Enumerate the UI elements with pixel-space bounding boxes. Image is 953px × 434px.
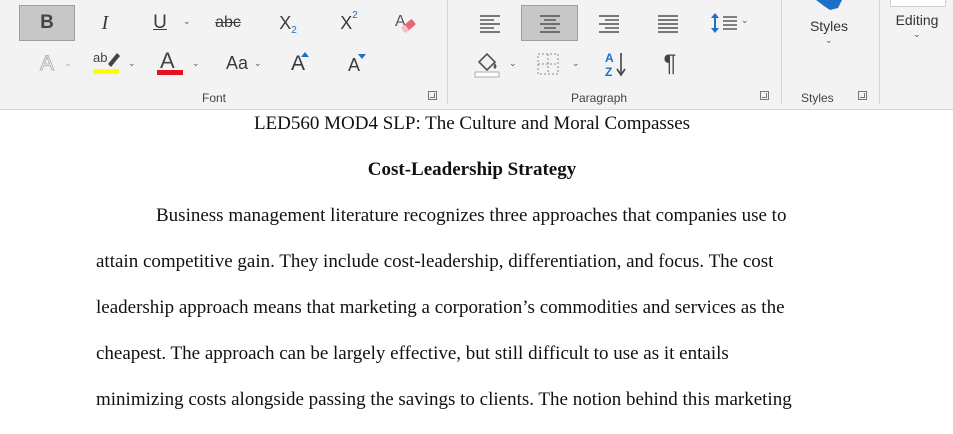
body-line-4: cheapest. The approach can be largely ef… xyxy=(96,343,729,364)
borders-button[interactable] xyxy=(533,49,563,79)
change-case-chevron-icon[interactable]: ⌄ xyxy=(254,59,262,69)
show-formatting-button[interactable]: ¶ xyxy=(654,48,686,80)
styles-chevron-icon[interactable]: ⌄ xyxy=(825,36,833,46)
text-effects-chevron-icon[interactable]: ⌄ xyxy=(64,59,72,69)
font-color-button[interactable]: A xyxy=(154,48,186,78)
italic-button[interactable]: I xyxy=(89,7,121,39)
grow-font-button[interactable]: A xyxy=(281,48,315,80)
document-page[interactable]: LED560 MOD4 SLP: The Culture and Moral C… xyxy=(0,110,953,434)
styles-gallery-icon xyxy=(816,0,842,10)
shrink-font-button[interactable]: A xyxy=(338,50,370,80)
subscript-base: X xyxy=(279,12,292,33)
document-header-line: LED560 MOD4 SLP: The Culture and Moral C… xyxy=(253,113,691,134)
align-right-icon xyxy=(599,15,619,33)
clear-formatting-button[interactable]: A xyxy=(387,5,423,39)
paragraph-group-label: Paragraph xyxy=(571,91,628,105)
styles-button[interactable]: Styles xyxy=(799,14,859,38)
shading-chevron-icon[interactable]: ⌄ xyxy=(509,59,517,69)
font-color-icon: A xyxy=(157,48,183,75)
text-effects-label: A xyxy=(39,52,54,76)
body-line-5: minimizing costs alongside passing the s… xyxy=(96,389,792,410)
paragraph-dialog-launcher-icon[interactable] xyxy=(760,91,769,100)
ribbon: B I U ⌄ abc X 2 X 2 A A ⌄ ab ⌄ A ⌄ Aa ⌄ … xyxy=(0,0,953,110)
align-left-icon xyxy=(480,15,500,33)
paragraph-styles-divider xyxy=(781,0,782,104)
body-line-3: leadership approach means that marketing… xyxy=(96,297,785,318)
svg-text:A: A xyxy=(605,51,614,65)
document-heading: Cost-Leadership Strategy xyxy=(367,159,577,180)
change-case-label: Aa xyxy=(225,52,249,73)
body-line-2: attain competitive gain. They include co… xyxy=(96,251,774,272)
superscript-mark: 2 xyxy=(352,9,358,21)
font-paragraph-divider xyxy=(447,0,448,104)
editing-top-box xyxy=(890,0,946,7)
align-right-button[interactable] xyxy=(592,6,626,40)
sort-icon: A Z xyxy=(605,51,626,78)
clear-formatting-icon: A xyxy=(395,13,416,33)
align-center-icon xyxy=(539,15,560,33)
bold-label: B xyxy=(40,12,54,33)
change-case-button[interactable]: Aa xyxy=(220,49,254,77)
align-center-button[interactable] xyxy=(521,5,578,41)
styles-dialog-launcher-icon[interactable] xyxy=(858,91,867,100)
underline-label: U xyxy=(153,12,167,33)
highlight-chevron-icon[interactable]: ⌄ xyxy=(128,59,136,69)
justify-icon xyxy=(658,15,678,33)
svg-text:A: A xyxy=(160,48,175,73)
superscript-base: X xyxy=(340,12,353,33)
justify-button[interactable] xyxy=(651,6,685,40)
body-line-1: Business management literature recognize… xyxy=(156,205,787,226)
styles-editing-divider xyxy=(879,0,880,104)
svg-text:Z: Z xyxy=(605,65,612,78)
font-color-chevron-icon[interactable]: ⌄ xyxy=(192,59,200,69)
paint-bucket-icon xyxy=(474,52,500,78)
font-group-label: Font xyxy=(202,91,227,105)
line-spacing-chevron-icon[interactable]: ⌄ xyxy=(741,16,749,26)
subscript-mark: 2 xyxy=(291,24,297,36)
subscript-button[interactable]: X 2 xyxy=(270,7,306,39)
grow-font-arrow-icon xyxy=(301,52,309,57)
strikethrough-label: abc xyxy=(215,14,241,31)
underline-chevron-icon[interactable]: ⌄ xyxy=(183,17,191,27)
sort-button[interactable]: A Z xyxy=(599,48,631,80)
borders-icon xyxy=(537,53,559,75)
shading-button[interactable] xyxy=(470,48,504,80)
svg-text:ab: ab xyxy=(93,50,107,65)
editing-button-label: Editing xyxy=(895,12,939,28)
underline-button[interactable]: U xyxy=(145,7,175,39)
bold-button[interactable]: B xyxy=(19,5,75,41)
styles-button-label: Styles xyxy=(809,18,849,34)
highlight-button[interactable]: ab xyxy=(90,48,124,78)
line-spacing-icon xyxy=(711,13,737,33)
shrink-font-arrow-icon xyxy=(358,54,366,59)
editing-chevron-icon[interactable]: ⌄ xyxy=(913,30,921,40)
editing-button[interactable]: Editing xyxy=(886,8,948,32)
font-dialog-launcher-icon[interactable] xyxy=(428,91,437,100)
borders-chevron-icon[interactable]: ⌄ xyxy=(572,59,580,69)
styles-group-label: Styles xyxy=(801,91,834,105)
pilcrow-icon: ¶ xyxy=(663,50,677,77)
strikethrough-button[interactable]: abc xyxy=(208,7,248,39)
italic-label: I xyxy=(101,11,109,34)
text-effects-button[interactable]: A xyxy=(33,51,61,77)
align-left-button[interactable] xyxy=(473,6,507,40)
line-spacing-button[interactable] xyxy=(707,6,741,40)
highlighter-icon: ab xyxy=(93,50,120,74)
superscript-button[interactable]: X 2 xyxy=(331,7,367,39)
